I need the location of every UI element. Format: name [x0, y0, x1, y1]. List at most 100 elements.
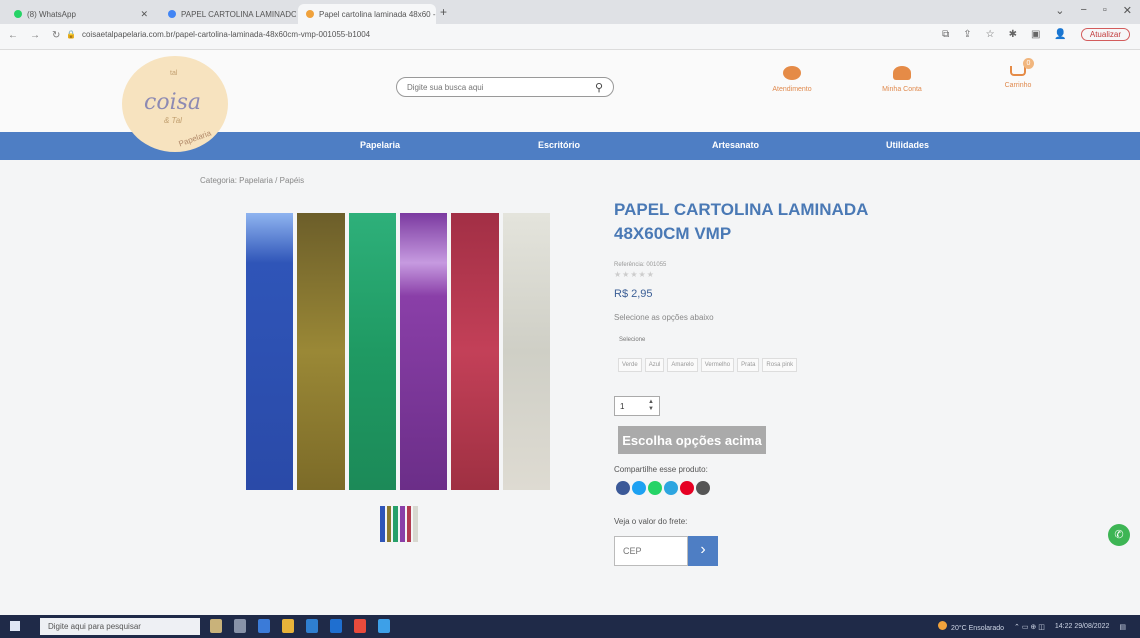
choose-options-button[interactable]: Escolha opções acima [618, 426, 766, 454]
freight-label: Veja o valor do frete: [614, 517, 688, 526]
forward-icon[interactable]: → [30, 30, 40, 41]
weather-text: 20°C Ensolarado [951, 625, 1005, 632]
site-favicon-icon [306, 10, 314, 18]
account-label: Minha Conta [882, 86, 922, 93]
cart-link[interactable]: 0 Carrinho [978, 58, 1058, 89]
email-icon[interactable] [696, 481, 710, 495]
thumb-strip [393, 506, 399, 542]
nav-item-papelaria[interactable]: Papelaria [360, 140, 400, 150]
edge-icon[interactable] [258, 619, 270, 633]
address-bar: ← → ↻ 🔒 coisaetalpapelaria.com.br/papel-c… [0, 24, 1140, 50]
color-option-prata[interactable]: Prata [737, 358, 760, 372]
color-option-vermelho[interactable]: Vermelho [700, 358, 735, 372]
select-label: Selecione [619, 337, 646, 343]
update-button[interactable]: Atualizar [1080, 28, 1130, 41]
sidebar-icon[interactable]: ▣ [1031, 29, 1040, 40]
tab-active-product[interactable]: Papel cartolina laminada 48x60 - ✕ [298, 4, 436, 24]
nav-item-utilidades[interactable]: Utilidades [886, 140, 929, 150]
image-strip-purple [399, 213, 448, 490]
reload-icon[interactable]: ↻ [52, 30, 60, 41]
share-icon[interactable]: ⇪ [963, 29, 971, 40]
mail-icon[interactable] [330, 619, 342, 633]
color-option-rosa-pink[interactable]: Rosa pink [762, 358, 798, 372]
taskbar-search-text: Digite aqui para pesquisar [48, 622, 141, 631]
facebook-icon[interactable] [616, 481, 630, 495]
cep-input[interactable] [614, 536, 688, 566]
back-icon[interactable]: ← [8, 30, 18, 41]
support-link[interactable]: Atendimento [752, 66, 832, 93]
new-tab-button[interactable]: + [440, 5, 447, 19]
clock-date: 29/08/2022 [1074, 623, 1110, 630]
translate-icon[interactable]: ⧉ [942, 29, 949, 40]
image-strip-silver [502, 213, 550, 490]
color-option-azul[interactable]: Azul [644, 358, 665, 372]
taskbar-apps [210, 619, 390, 633]
chevron-down-icon[interactable]: ⌄ [1055, 4, 1064, 17]
extensions-icon[interactable]: ✱ [1009, 29, 1017, 40]
minimize-icon[interactable]: − [1080, 4, 1086, 17]
cart-label: Carrinho [1004, 82, 1032, 89]
whatsapp-float-button[interactable]: ✆ [1108, 524, 1130, 546]
weather-widget-icon[interactable] [210, 619, 222, 633]
store-icon[interactable] [306, 619, 318, 633]
support-label: Atendimento [772, 86, 812, 93]
product-price: R$ 2,95 [614, 288, 653, 300]
quantity-stepper[interactable]: 1 ▲ ▼ [614, 396, 660, 416]
twitter-icon[interactable] [632, 481, 646, 495]
account-link[interactable]: Minha Conta [862, 66, 942, 93]
url-field[interactable]: 🔒 coisaetalpapelaria.com.br/papel-cartoli… [66, 30, 370, 39]
product-thumbnail[interactable] [380, 506, 419, 542]
whatsapp-icon[interactable] [648, 481, 662, 495]
task-view-icon[interactable] [234, 619, 246, 633]
notifications-icon[interactable]: ▤ [1119, 623, 1126, 631]
tab-title: (8) WhatsApp [27, 9, 76, 19]
whatsapp-favicon-icon [14, 10, 22, 18]
image-strip-blue [246, 213, 294, 490]
tab-title: PAPEL CARTOLINA LAMINADO - [181, 9, 296, 19]
sun-icon [938, 621, 948, 630]
image-strip-red [451, 213, 499, 490]
tray-icons[interactable]: ⌃ ▭ ⊕ ◫ [1014, 623, 1045, 631]
windows-start-icon[interactable] [10, 621, 20, 631]
system-tray: 20°C Ensolarado ⌃ ▭ ⊕ ◫ 14:22 29/08/2022… [938, 621, 1126, 632]
share-label: Compartilhe esse produto: [614, 465, 708, 474]
weather-status[interactable]: 20°C Ensolarado [938, 621, 1004, 632]
chat-icon [783, 66, 801, 80]
clock[interactable]: 14:22 29/08/2022 [1055, 623, 1110, 630]
tab-whatsapp[interactable]: (8) WhatsApp ✕ [6, 4, 156, 24]
chrome-icon[interactable] [354, 619, 366, 633]
stepper-arrows-icon[interactable]: ▲ ▼ [648, 399, 654, 413]
close-tab-icon[interactable]: ✕ [132, 9, 148, 20]
rating-stars[interactable]: ★★★★★ [614, 270, 655, 279]
cep-submit-button[interactable]: › [688, 536, 718, 566]
maximize-icon[interactable]: ▫ [1103, 4, 1107, 17]
search-input[interactable] [407, 82, 595, 92]
taskbar-search[interactable]: Digite aqui para pesquisar [40, 618, 200, 635]
color-option-amarelo[interactable]: Amarelo [667, 358, 698, 372]
product-title: PAPEL CARTOLINA LAMINADA 48X60CM VMP [614, 200, 868, 243]
tab-papel-cartolina[interactable]: PAPEL CARTOLINA LAMINADO - ✕ [160, 4, 296, 24]
image-strip-gold [297, 213, 345, 490]
thumb-strip [400, 506, 405, 542]
lock-icon: 🔒 [66, 30, 76, 39]
chevron-right-icon: › [700, 541, 706, 558]
nav-item-artesanato[interactable]: Artesanato [712, 140, 759, 150]
telegram-icon[interactable] [664, 481, 678, 495]
search-icon[interactable]: ⚲ [595, 81, 603, 94]
breadcrumb[interactable]: Categoria: Papelaria / Papéis [200, 176, 304, 185]
logo-sub-text: & Tal [164, 116, 182, 125]
thumb-strip [386, 506, 392, 542]
nav-item-escritorio[interactable]: Escritório [538, 140, 580, 150]
photos-icon[interactable] [378, 619, 390, 633]
select-options-text: Selecione as opções abaixo [614, 313, 714, 322]
close-window-icon[interactable]: ✕ [1123, 4, 1132, 17]
site-logo[interactable]: tal coisa & Tal Papelaria [122, 56, 228, 152]
color-options: Verde Azul Amarelo Vermelho Prata Rosa p… [618, 358, 798, 372]
pinterest-icon[interactable] [680, 481, 694, 495]
file-explorer-icon[interactable] [282, 619, 294, 633]
window-controls: ⌄ − ▫ ✕ [1055, 4, 1132, 17]
product-image[interactable] [246, 213, 550, 490]
color-option-verde[interactable]: Verde [618, 358, 642, 372]
profile-icon[interactable]: 👤 [1054, 29, 1066, 40]
bookmark-star-icon[interactable]: ☆ [986, 29, 995, 40]
